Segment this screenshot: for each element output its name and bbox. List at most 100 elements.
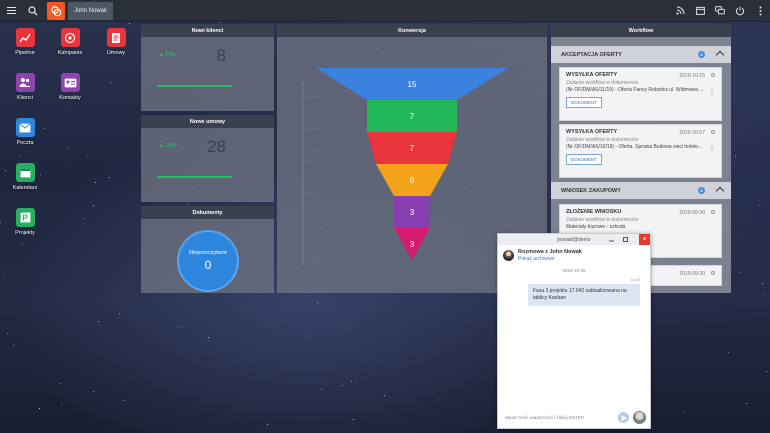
info-icon[interactable] bbox=[711, 210, 715, 214]
star bbox=[187, 204, 189, 206]
star bbox=[321, 389, 323, 391]
star bbox=[762, 292, 764, 294]
app-pipeline[interactable]: Pipeline bbox=[5, 28, 45, 56]
star bbox=[92, 204, 94, 206]
y-axis-label: 100.00% bbox=[307, 94, 325, 99]
star bbox=[12, 345, 14, 347]
more-options-icon[interactable] bbox=[750, 0, 770, 22]
star bbox=[735, 155, 737, 157]
unread-documents-circle[interactable]: Nieprzeczytane 0 bbox=[177, 230, 239, 292]
star bbox=[86, 156, 88, 158]
app-logo-icon[interactable] bbox=[47, 1, 65, 20]
trend-line bbox=[157, 85, 232, 87]
chevron-up-icon[interactable] bbox=[715, 186, 725, 196]
app-kontakty[interactable]: Kontakty bbox=[50, 73, 90, 101]
star bbox=[60, 383, 62, 385]
star bbox=[18, 155, 20, 156]
star bbox=[128, 23, 130, 25]
app-kalendarz[interactable]: Kalendarz bbox=[5, 163, 45, 191]
my-avatar bbox=[633, 411, 646, 424]
workflow-card[interactable]: WYSYŁKA OFERTY 2019-10-07 Zadanie workfl… bbox=[559, 124, 722, 178]
workflow-section-wniosek[interactable]: WNIOSEK ZAKUPOWY 6 bbox=[551, 182, 731, 199]
document-button[interactable]: DOKUMENT bbox=[566, 97, 602, 108]
star bbox=[95, 182, 97, 184]
chart-icon bbox=[15, 28, 35, 47]
chat-partner-name: Rozmowa z John Nowak bbox=[518, 249, 582, 255]
star bbox=[92, 391, 94, 393]
star bbox=[105, 89, 107, 91]
chat-message: Faza 3 projektu 17.042 zaktualizowana na… bbox=[528, 284, 640, 306]
stat-value: 8 bbox=[216, 46, 226, 65]
user-name-button[interactable]: John Nowak bbox=[68, 1, 114, 20]
star bbox=[108, 177, 110, 179]
close-icon[interactable]: × bbox=[639, 234, 650, 245]
star bbox=[122, 400, 124, 402]
widget-title: Konwersja bbox=[277, 24, 547, 37]
message-input[interactable]: Wpisz treść wiadomości i kliknij ENTER bbox=[502, 410, 646, 425]
star bbox=[118, 312, 120, 314]
widget-nowi-klienci[interactable]: Nowi klienci ▲ 10% 8 bbox=[141, 24, 274, 111]
app-kampanie[interactable]: Kampanie bbox=[50, 28, 90, 56]
chat-window[interactable]: jnowak@demo × Rozmowa z John Nowak Pokaż… bbox=[497, 233, 651, 429]
count-badge: 6 bbox=[698, 187, 705, 194]
star bbox=[66, 108, 68, 110]
star bbox=[182, 327, 184, 329]
contact-card-icon bbox=[60, 73, 80, 92]
y-axis-label: 0.00% bbox=[307, 257, 320, 262]
avatar bbox=[503, 250, 514, 261]
workflow-section-akceptacja[interactable]: AKCEPTACJA OFERTY 2 bbox=[551, 46, 731, 63]
app-poczta[interactable]: Poczta bbox=[5, 118, 45, 146]
info-icon[interactable] bbox=[711, 271, 715, 275]
widget-title: Workflow bbox=[551, 24, 731, 37]
widget-title: Nowe umowy bbox=[141, 115, 274, 128]
change-indicator: ▲ 10% bbox=[159, 52, 176, 58]
star bbox=[61, 402, 63, 404]
star bbox=[181, 298, 182, 300]
maximize-icon[interactable] bbox=[620, 234, 631, 245]
star bbox=[208, 337, 210, 339]
app-umowy[interactable]: Umowy bbox=[96, 28, 136, 56]
show-archive-link[interactable]: Pokaż archiwum bbox=[518, 256, 582, 262]
document-icon bbox=[106, 28, 126, 47]
calendar-icon[interactable] bbox=[690, 0, 710, 22]
stat-value: 28 bbox=[207, 137, 226, 156]
funnel-stage-value: 6 bbox=[410, 176, 415, 185]
star bbox=[83, 218, 85, 220]
star bbox=[2, 276, 4, 278]
star bbox=[68, 166, 70, 168]
chat-title-bar[interactable]: jnowak@demo × bbox=[498, 234, 650, 245]
minimize-icon[interactable] bbox=[606, 234, 617, 245]
app-projekty[interactable]: P Projekty bbox=[5, 208, 45, 236]
app-klienci[interactable]: Klienci bbox=[5, 73, 45, 101]
message-input-placeholder[interactable]: Wpisz treść wiadomości i kliknij ENTER bbox=[502, 415, 618, 420]
funnel-stage-value: 7 bbox=[410, 112, 415, 121]
star bbox=[738, 233, 740, 235]
workflow-card[interactable]: WYSYŁKA OFERTY 2019-10-15 Zadanie workfl… bbox=[559, 67, 722, 121]
y-axis-label: 20.00% bbox=[307, 224, 322, 229]
mail-icon bbox=[15, 118, 35, 137]
star bbox=[740, 272, 742, 274]
star bbox=[438, 397, 440, 399]
widget-title: Dokumenty bbox=[141, 206, 274, 219]
star bbox=[67, 147, 69, 149]
chat-icon[interactable] bbox=[710, 0, 730, 22]
menu-icon[interactable] bbox=[0, 0, 22, 22]
star bbox=[267, 423, 269, 425]
rss-icon[interactable] bbox=[670, 0, 690, 22]
star bbox=[6, 332, 8, 334]
chat-header: Rozmowa z John Nowak Pokaż archiwum bbox=[498, 245, 650, 266]
document-button[interactable]: DOKUMENT bbox=[566, 154, 602, 165]
chevron-up-icon[interactable] bbox=[715, 50, 725, 60]
power-icon[interactable] bbox=[730, 0, 750, 22]
star bbox=[0, 222, 2, 224]
widget-dokumenty[interactable]: Dokumenty Nieprzeczytane 0 bbox=[141, 206, 274, 293]
search-icon[interactable] bbox=[22, 0, 44, 22]
more-options-icon[interactable]: ⋮ bbox=[709, 88, 715, 95]
widget-title: Nowi klienci bbox=[141, 24, 274, 37]
more-options-icon[interactable]: ⋮ bbox=[709, 145, 715, 152]
widget-nowe-umowy[interactable]: Nowe umowy ▲ 10% 28 bbox=[141, 115, 274, 202]
send-icon[interactable] bbox=[618, 412, 629, 423]
info-icon[interactable] bbox=[711, 73, 715, 77]
info-icon[interactable] bbox=[711, 130, 715, 134]
star bbox=[179, 326, 181, 328]
